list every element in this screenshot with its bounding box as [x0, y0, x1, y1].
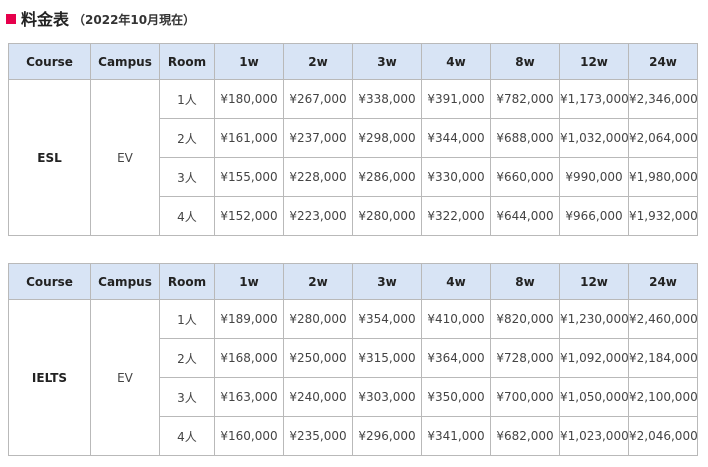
price-cell: ¥223,000 — [283, 196, 353, 236]
room-type: 3人 — [159, 377, 215, 417]
price-cell: ¥344,000 — [421, 118, 491, 158]
price-cell: ¥391,000 — [421, 79, 491, 119]
column-header-3w: 3w — [352, 263, 422, 300]
price-cell: ¥189,000 — [214, 299, 284, 339]
header-row: Course Campus Room 1w 2w 3w 4w 8w 12w 24w — [8, 43, 698, 80]
room-type: 4人 — [159, 196, 215, 236]
column-header-12w: 12w — [559, 43, 629, 80]
price-cell: ¥2,346,000 — [628, 79, 698, 119]
price-cell: ¥2,460,000 — [628, 299, 698, 339]
price-cell: ¥235,000 — [283, 416, 353, 456]
room-type: 4人 — [159, 416, 215, 456]
price-cell: ¥152,000 — [214, 196, 284, 236]
price-cell: ¥1,230,000 — [559, 299, 629, 339]
price-cell: ¥682,000 — [490, 416, 560, 456]
price-cell: ¥410,000 — [421, 299, 491, 339]
price-cell: ¥161,000 — [214, 118, 284, 158]
column-header-3w: 3w — [352, 43, 422, 80]
price-cell: ¥1,023,000 — [559, 416, 629, 456]
heading-marker — [6, 14, 16, 24]
campus-name: EV — [90, 79, 160, 236]
column-header-campus: Campus — [90, 263, 160, 300]
price-cell: ¥341,000 — [421, 416, 491, 456]
price-cell: ¥2,184,000 — [628, 338, 698, 378]
course-name: IELTS — [8, 299, 91, 456]
price-cell: ¥330,000 — [421, 157, 491, 197]
table-row: IELTS EV 1人 ¥189,000 ¥280,000 ¥354,000 ¥410,00… — [8, 299, 698, 456]
price-table-esl: Course Campus Room 1w 2w 3w 4w 8w 12w 24w ESL EV 1人 ¥… — [8, 43, 698, 236]
column-header-course: Course — [8, 263, 91, 300]
price-cell: ¥280,000 — [352, 196, 422, 236]
course-name: ESL — [8, 79, 91, 236]
price-cell: ¥322,000 — [421, 196, 491, 236]
column-header-1w: 1w — [214, 263, 284, 300]
page-heading: 料金表 （2022年10月現在） — [6, 6, 195, 30]
price-cell: ¥350,000 — [421, 377, 491, 417]
column-header-24w: 24w — [628, 43, 698, 80]
column-header-12w: 12w — [559, 263, 629, 300]
price-table-ielts: Course Campus Room 1w 2w 3w 4w 8w 12w 24w IELTS EV 1… — [8, 263, 698, 456]
price-cell: ¥660,000 — [490, 157, 560, 197]
price-cell: ¥1,932,000 — [628, 196, 698, 236]
column-header-1w: 1w — [214, 43, 284, 80]
price-cell: ¥2,064,000 — [628, 118, 698, 158]
price-cell: ¥1,032,000 — [559, 118, 629, 158]
header-row: Course Campus Room 1w 2w 3w 4w 8w 12w 24w — [8, 263, 698, 300]
room-type: 3人 — [159, 157, 215, 197]
campus-name: EV — [90, 299, 160, 456]
price-cell: ¥990,000 — [559, 157, 629, 197]
column-header-2w: 2w — [283, 43, 353, 80]
price-cell: ¥237,000 — [283, 118, 353, 158]
price-cell: ¥782,000 — [490, 79, 560, 119]
column-header-room: Room — [159, 43, 215, 80]
column-header-4w: 4w — [421, 263, 491, 300]
price-cell: ¥303,000 — [352, 377, 422, 417]
price-cell: ¥700,000 — [490, 377, 560, 417]
price-cell: ¥160,000 — [214, 416, 284, 456]
column-header-room: Room — [159, 263, 215, 300]
price-cell: ¥280,000 — [283, 299, 353, 339]
price-cell: ¥1,050,000 — [559, 377, 629, 417]
price-cell: ¥315,000 — [352, 338, 422, 378]
price-cell: ¥2,046,000 — [628, 416, 698, 456]
price-cell: ¥286,000 — [352, 157, 422, 197]
price-cell: ¥364,000 — [421, 338, 491, 378]
price-cell: ¥338,000 — [352, 79, 422, 119]
price-cell: ¥298,000 — [352, 118, 422, 158]
date-note: （2022年10月現在） — [73, 12, 196, 27]
column-header-24w: 24w — [628, 263, 698, 300]
price-cell: ¥168,000 — [214, 338, 284, 378]
room-type: 2人 — [159, 118, 215, 158]
price-cell: ¥2,100,000 — [628, 377, 698, 417]
table-row: ESL EV 1人 ¥180,000 ¥267,000 ¥338,000 ¥391,000 ¥… — [8, 79, 698, 236]
column-header-campus: Campus — [90, 43, 160, 80]
column-header-course: Course — [8, 43, 91, 80]
column-header-8w: 8w — [490, 263, 560, 300]
price-cell: ¥240,000 — [283, 377, 353, 417]
column-header-8w: 8w — [490, 43, 560, 80]
price-cell: ¥250,000 — [283, 338, 353, 378]
price-cell: ¥296,000 — [352, 416, 422, 456]
price-cell: ¥966,000 — [559, 196, 629, 236]
price-cell: ¥267,000 — [283, 79, 353, 119]
room-type: 2人 — [159, 338, 215, 378]
price-cell: ¥1,092,000 — [559, 338, 629, 378]
price-cell: ¥228,000 — [283, 157, 353, 197]
price-cell: ¥1,173,000 — [559, 79, 629, 119]
room-type: 1人 — [159, 299, 215, 339]
price-cell: ¥155,000 — [214, 157, 284, 197]
price-cell: ¥180,000 — [214, 79, 284, 119]
price-cell: ¥163,000 — [214, 377, 284, 417]
price-cell: ¥688,000 — [490, 118, 560, 158]
price-cell: ¥820,000 — [490, 299, 560, 339]
room-type: 1人 — [159, 79, 215, 119]
price-cell: ¥354,000 — [352, 299, 422, 339]
price-cell: ¥728,000 — [490, 338, 560, 378]
column-header-4w: 4w — [421, 43, 491, 80]
price-cell: ¥644,000 — [490, 196, 560, 236]
page-title: 料金表 — [21, 10, 70, 29]
price-cell: ¥1,980,000 — [628, 157, 698, 197]
column-header-2w: 2w — [283, 263, 353, 300]
